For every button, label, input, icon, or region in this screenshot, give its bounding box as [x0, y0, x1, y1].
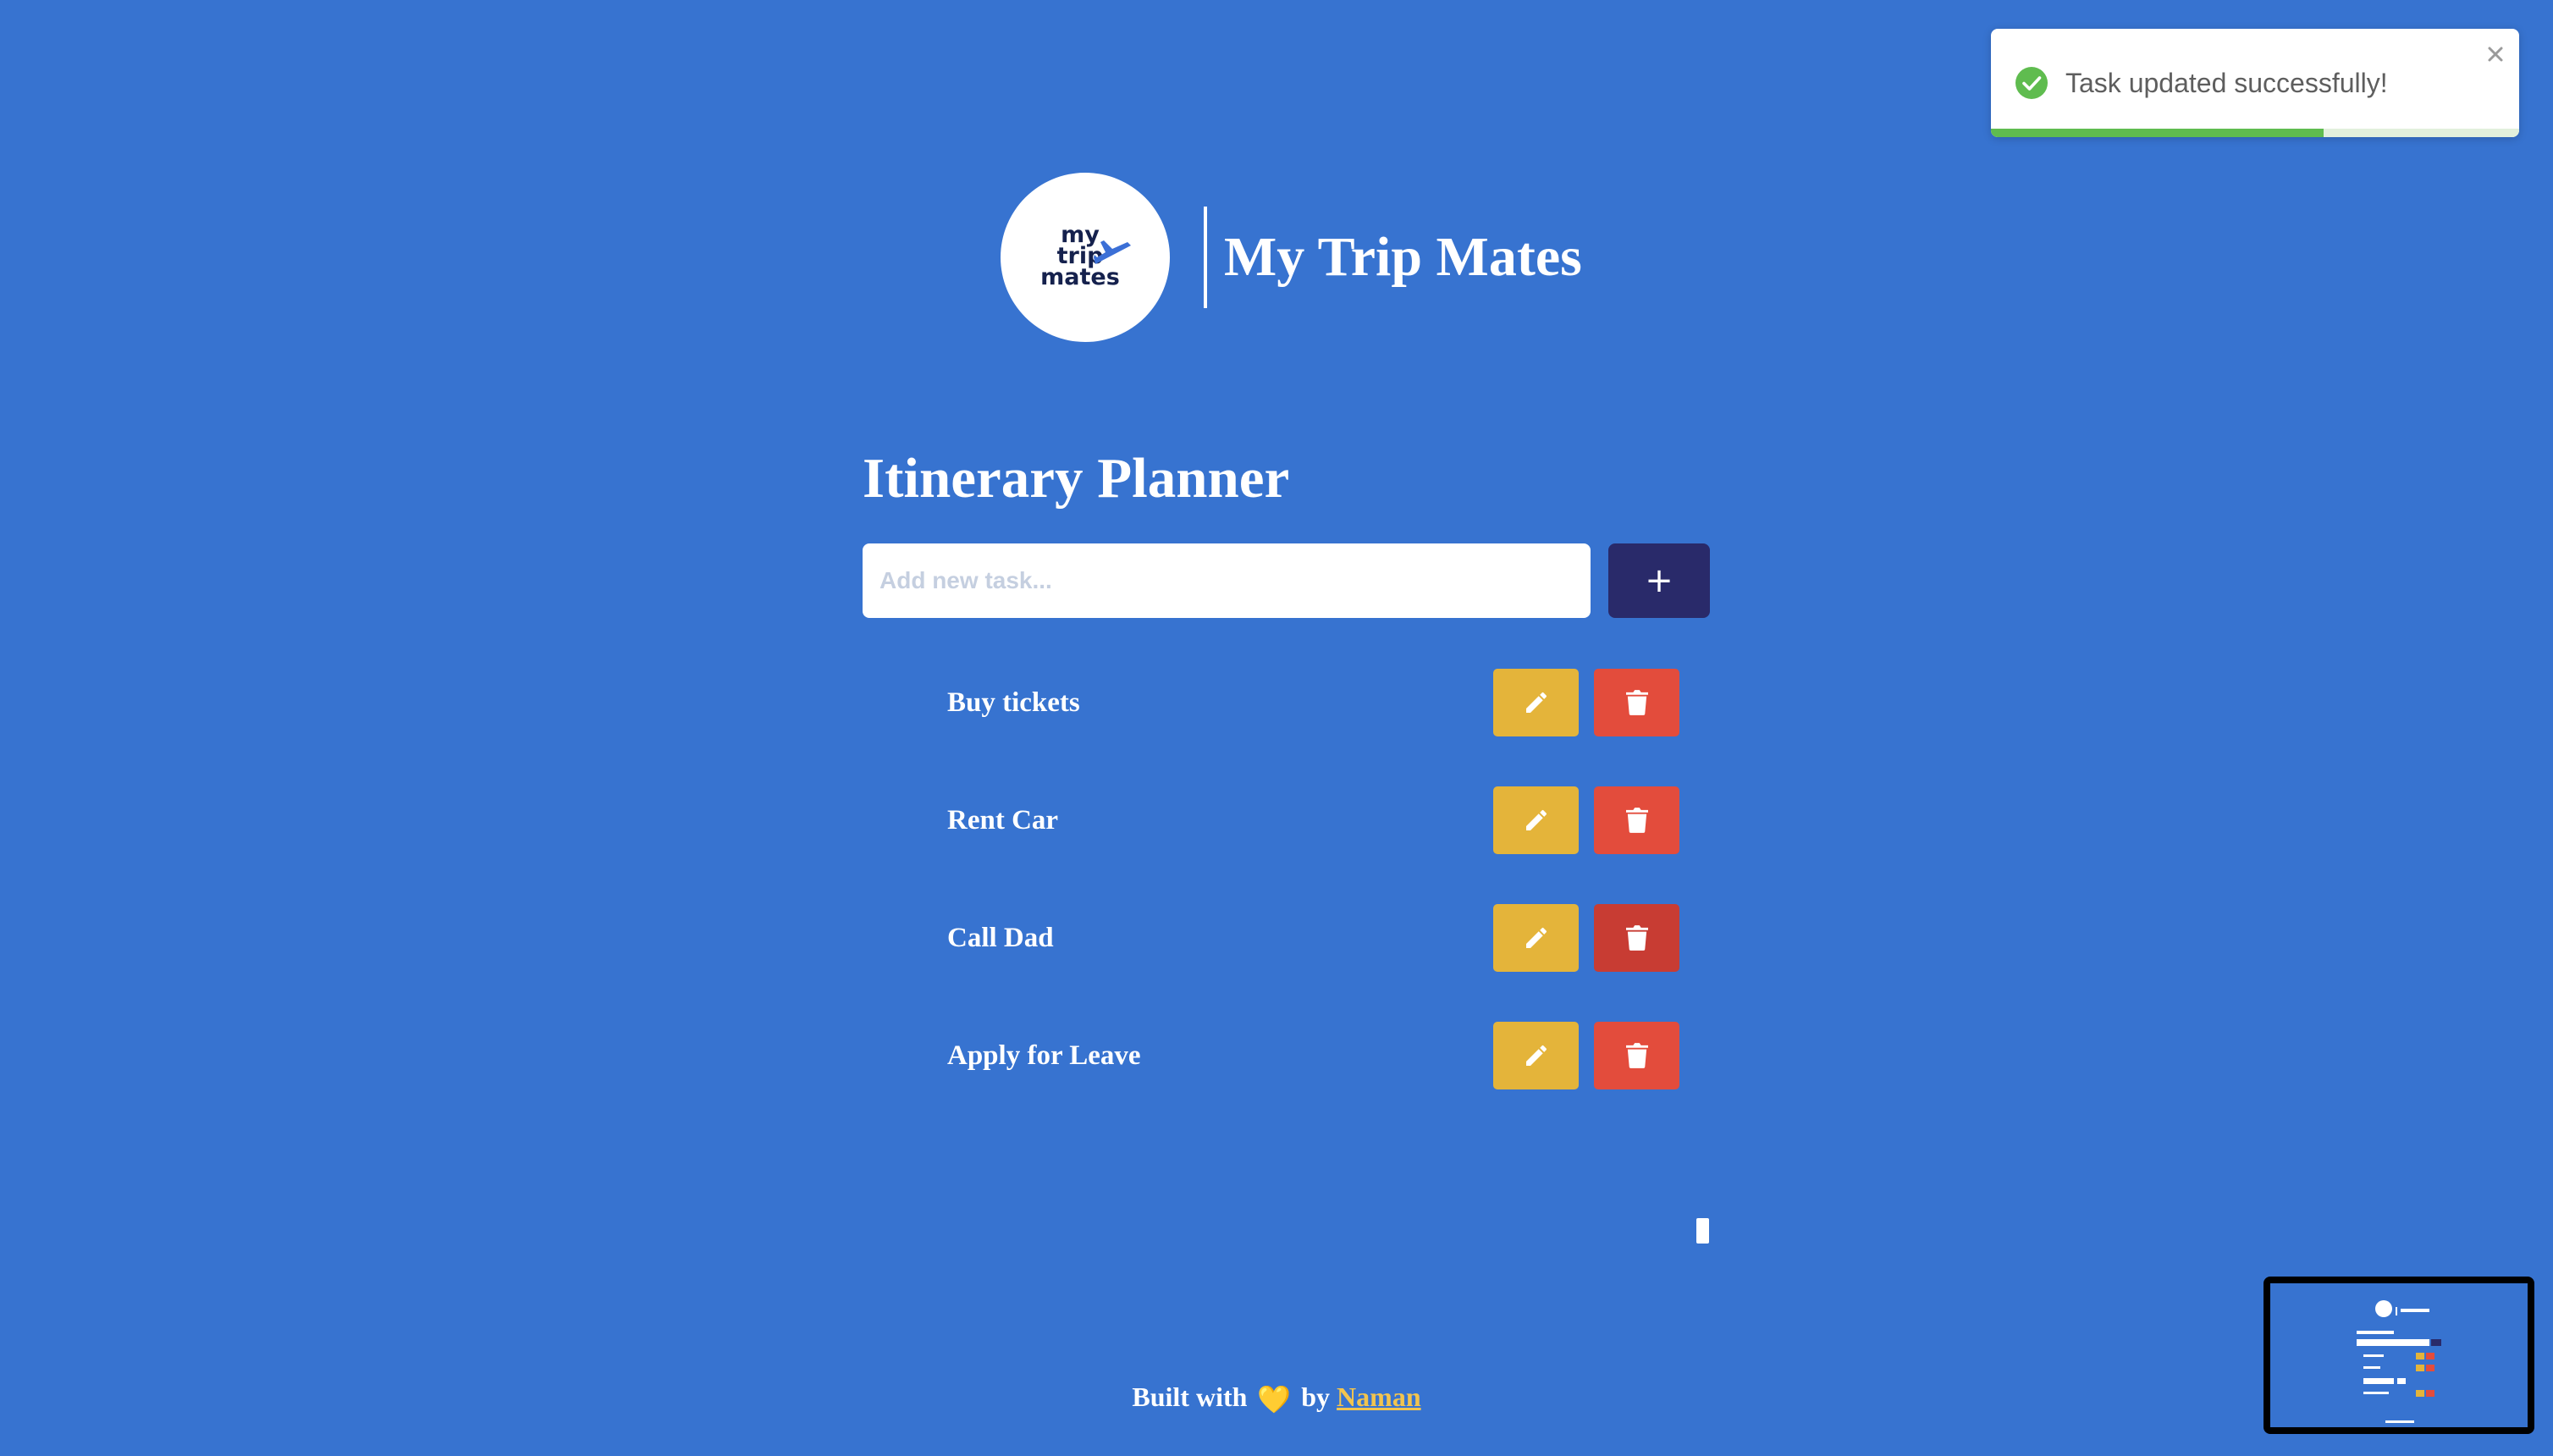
preview-edit [2416, 1353, 2424, 1359]
header-divider [1204, 207, 1207, 308]
preview-save [2397, 1378, 2406, 1384]
trash-icon [1625, 1043, 1648, 1068]
preview-edit-field [2363, 1378, 2394, 1384]
heart-icon: 💛 [1257, 1384, 1292, 1415]
task-item: Call Dad [863, 904, 1709, 972]
trash-icon [1625, 925, 1648, 951]
preview-edit [2416, 1390, 2424, 1397]
task-label: Call Dad [947, 923, 1054, 953]
app-header: my trip mates My Trip Mates [1001, 173, 1582, 342]
trash-icon [1625, 690, 1648, 715]
delete-task-button[interactable] [1594, 1022, 1679, 1089]
delete-task-button[interactable] [1594, 904, 1679, 972]
preview-delete [2426, 1365, 2434, 1371]
preview-divider [2396, 1307, 2397, 1315]
preview-logo [2375, 1300, 2392, 1317]
pencil-icon [1525, 927, 1547, 948]
preview-row [2363, 1354, 2384, 1357]
edit-task-button[interactable] [1493, 1022, 1579, 1089]
preview-row [2363, 1366, 2380, 1369]
preview-delete [2426, 1390, 2434, 1397]
toast-progress-bar [1991, 129, 2324, 137]
page-footer: Built with 💛 by Naman [0, 1382, 2553, 1415]
check-circle-icon [2015, 67, 2048, 99]
toast-message: Task updated successfully! [2065, 68, 2388, 98]
author-link[interactable]: Naman [1337, 1382, 1421, 1412]
preview-add [2431, 1339, 2441, 1346]
screen-preview-thumbnail[interactable] [2264, 1277, 2534, 1434]
success-toast: Task updated successfully! [1991, 29, 2519, 137]
trash-icon [1625, 808, 1648, 833]
delete-task-button[interactable] [1594, 669, 1679, 736]
toast-progress-track [1991, 129, 2519, 137]
delete-task-button[interactable] [1594, 786, 1679, 854]
preview-edit [2416, 1365, 2424, 1371]
edit-task-button[interactable] [1493, 904, 1579, 972]
preview-footer [2385, 1420, 2414, 1423]
add-task-button[interactable]: + [1608, 543, 1710, 618]
page-title: Itinerary Planner [863, 447, 1290, 510]
airplane-icon [1094, 240, 1131, 264]
preview-row [2363, 1392, 2389, 1394]
edit-task-button[interactable] [1493, 786, 1579, 854]
pencil-icon [1525, 1045, 1547, 1066]
preview-screen [2270, 1283, 2528, 1427]
text-cursor-marker [1696, 1218, 1709, 1244]
footer-by: by [1301, 1382, 1331, 1412]
plus-icon: + [1645, 561, 1674, 600]
preview-delete [2426, 1353, 2434, 1359]
preview-title [2401, 1309, 2429, 1312]
task-item: Rent Car [863, 786, 1709, 854]
preview-input [2357, 1339, 2429, 1346]
task-item: Buy tickets [863, 669, 1709, 736]
pencil-icon [1525, 692, 1547, 713]
task-label: Rent Car [947, 805, 1059, 836]
task-label: Buy tickets [947, 687, 1080, 718]
app-logo: my trip mates [1001, 173, 1170, 342]
app-title: My Trip Mates [1224, 226, 1582, 288]
close-icon[interactable] [2482, 41, 2509, 68]
pencil-icon [1525, 809, 1547, 830]
task-item: Apply for Leave [863, 1022, 1709, 1089]
edit-task-button[interactable] [1493, 669, 1579, 736]
footer-prefix: Built with [1132, 1382, 1248, 1412]
preview-heading [2357, 1331, 2394, 1334]
new-task-input[interactable] [863, 543, 1591, 618]
task-label: Apply for Leave [947, 1040, 1141, 1071]
